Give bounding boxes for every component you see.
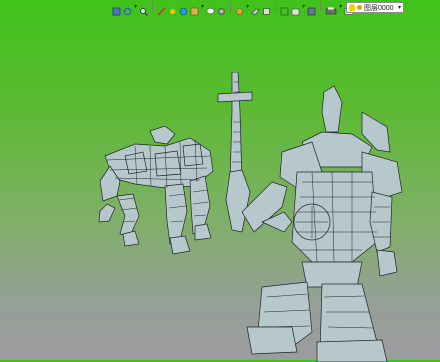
toolbar-divider (320, 2, 322, 12)
layer-dropdown[interactable]: 图层0000 ▾ (346, 2, 404, 13)
pen-icon[interactable] (157, 3, 166, 16)
3d-viewport[interactable] (0, 16, 440, 362)
chevron-down-icon[interactable]: ▾ (134, 3, 137, 11)
lamp-icon[interactable] (235, 3, 244, 15)
robot-beast-model[interactable] (95, 126, 225, 261)
printer-icon[interactable] (325, 3, 337, 14)
toolbar-divider (275, 2, 277, 12)
gear-icon[interactable] (217, 3, 226, 15)
robot-warrior-model[interactable] (212, 72, 410, 362)
zoom-icon[interactable] (139, 3, 148, 16)
box-icon[interactable] (262, 3, 271, 15)
plane-icon[interactable] (251, 3, 260, 15)
bulb-icon (349, 4, 355, 11)
frame-icon[interactable] (291, 3, 300, 15)
cube-icon[interactable] (307, 3, 316, 15)
sphere-icon[interactable] (179, 3, 188, 15)
chevron-down-icon: ▾ (397, 5, 401, 11)
chevron-down-icon[interactable]: ▾ (246, 3, 249, 11)
toolbar-divider (230, 2, 232, 12)
toolbar-divider (152, 2, 154, 12)
frame-icon[interactable] (280, 3, 289, 15)
layer-name: 图层0000 (364, 4, 394, 12)
chevron-down-icon[interactable]: ▾ (302, 3, 305, 11)
cube-icon[interactable] (190, 3, 199, 15)
sun-icon[interactable] (168, 3, 177, 14)
chevron-down-icon[interactable]: ▾ (201, 3, 204, 11)
comment-icon[interactable] (206, 3, 215, 14)
orbit-icon[interactable] (123, 3, 132, 15)
chevron-down-icon[interactable]: ▾ (339, 3, 342, 11)
view-cube-icon[interactable] (112, 3, 121, 15)
sun-icon (357, 5, 362, 10)
